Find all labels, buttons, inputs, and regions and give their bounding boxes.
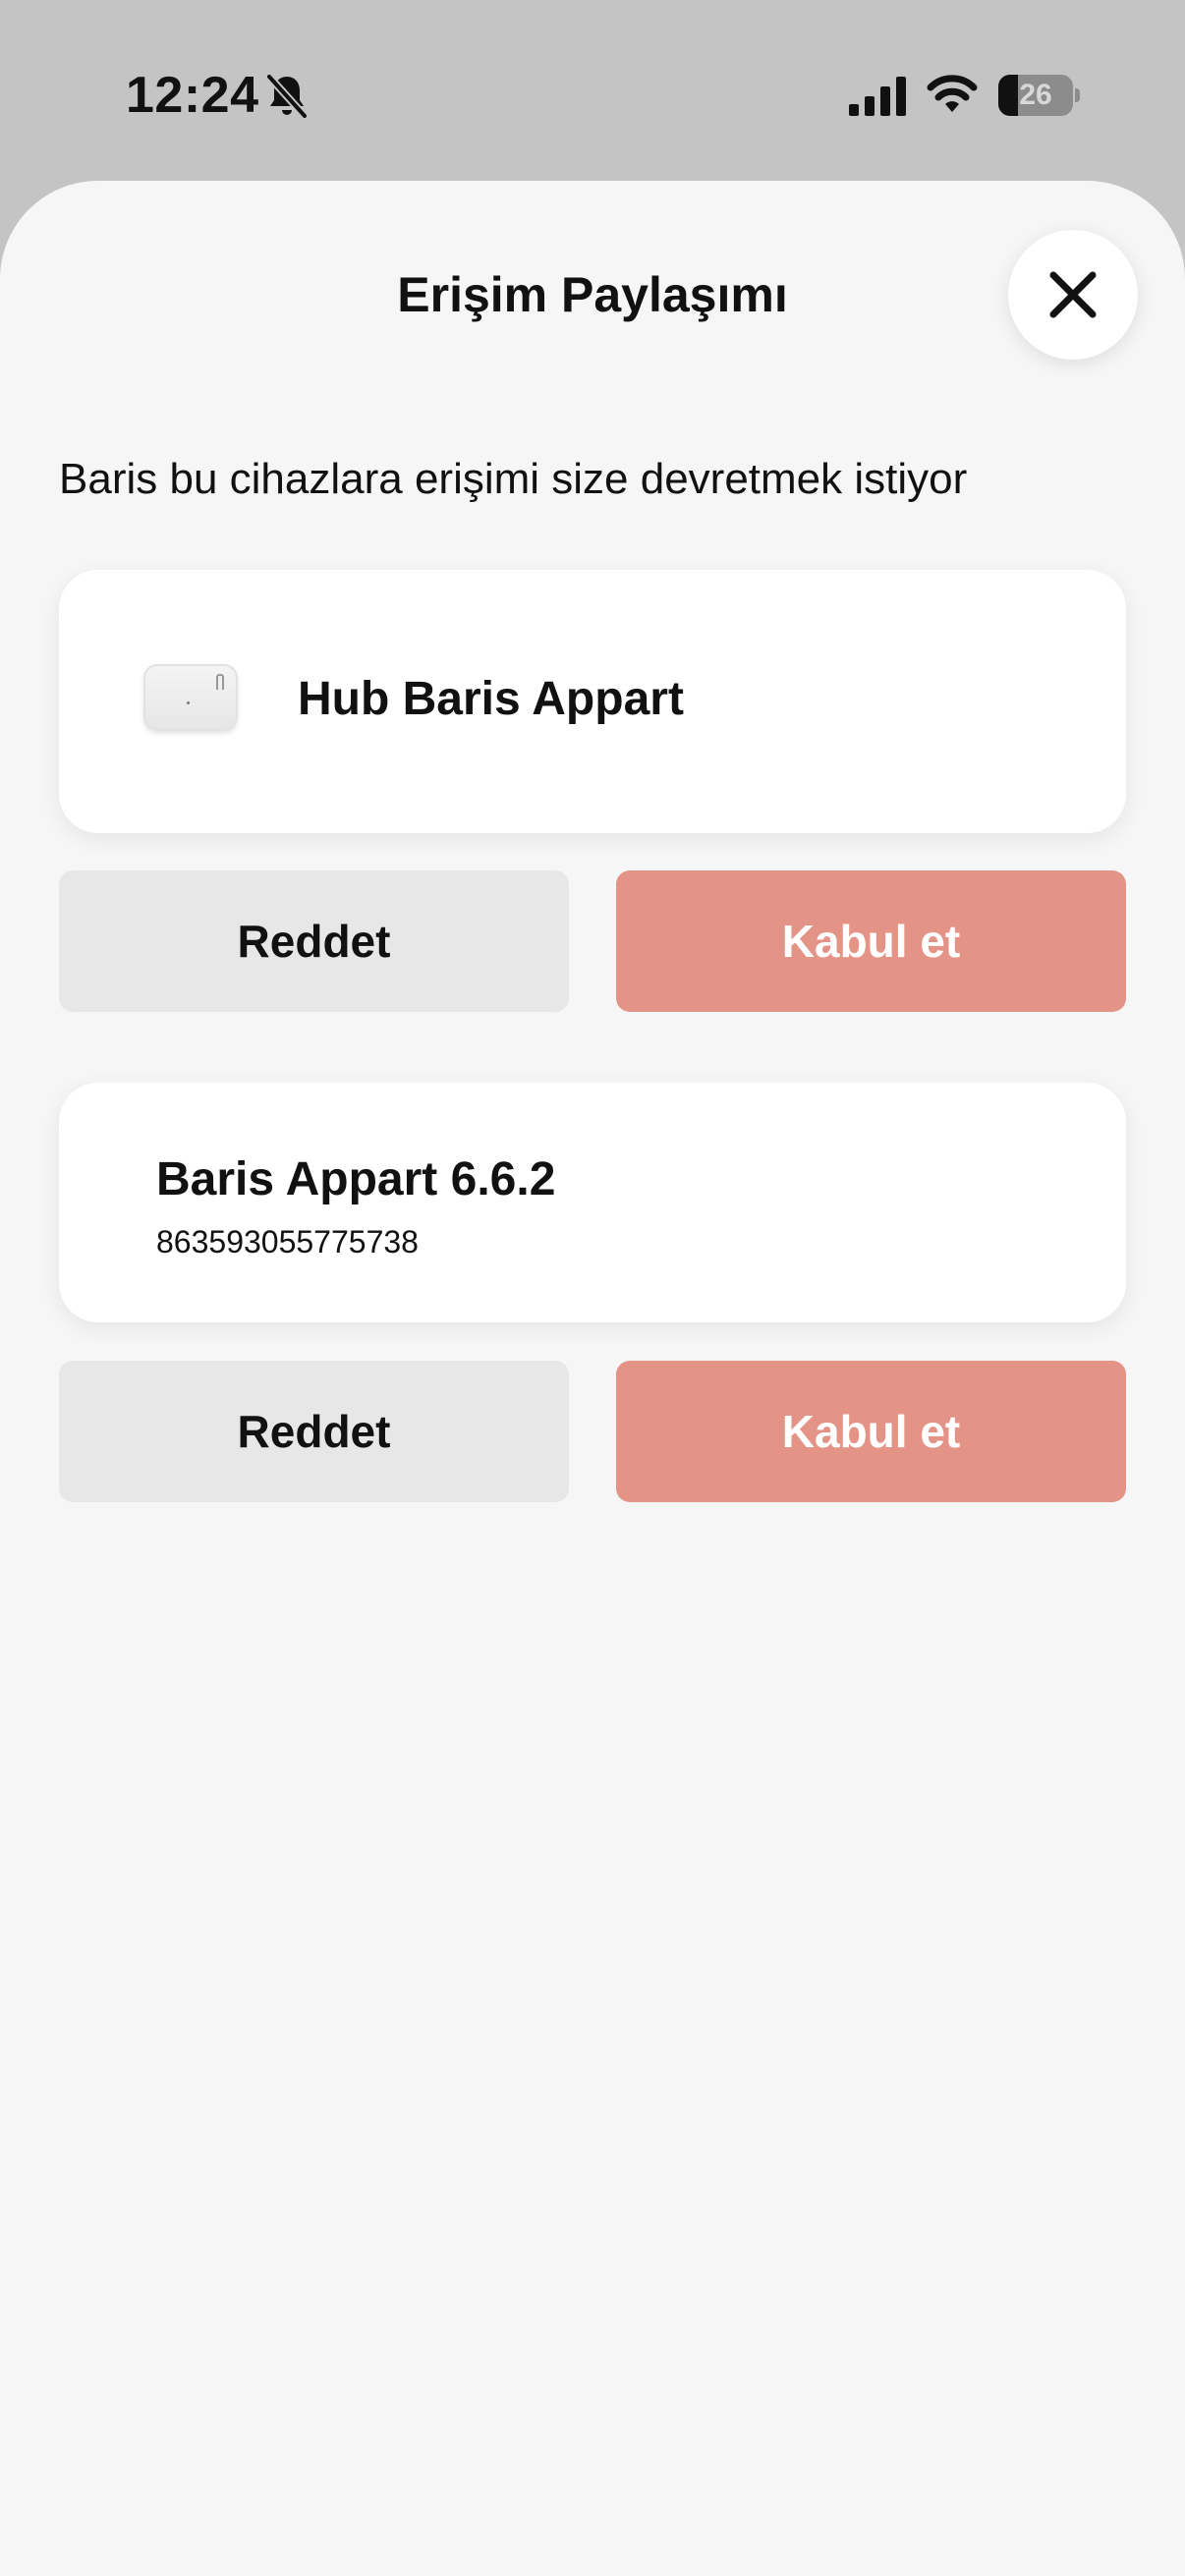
access-sharing-sheet: Erişim Paylaşımı Baris bu cihazlara eriş… bbox=[0, 181, 1185, 2576]
accept-button-hub[interactable]: Kabul et bbox=[616, 870, 1126, 1012]
bell-slash-icon bbox=[265, 73, 309, 120]
reject-button-hub[interactable]: Reddet bbox=[59, 870, 569, 1012]
hub-port bbox=[216, 674, 224, 690]
close-button[interactable] bbox=[1008, 230, 1138, 360]
device-card-appart: Baris Appart 6.6.2 863593055775738 bbox=[59, 1083, 1126, 1322]
battery-cap bbox=[1075, 88, 1080, 102]
reject-button-appart[interactable]: Reddet bbox=[59, 1361, 569, 1502]
status-time: 12:24 bbox=[126, 67, 259, 124]
accept-button-appart[interactable]: Kabul et bbox=[616, 1361, 1126, 1502]
wifi-icon bbox=[927, 75, 978, 112]
hub-device-image bbox=[143, 664, 238, 731]
sheet-subtitle: Baris bu cihazlara erişimi size devretme… bbox=[59, 455, 968, 503]
device-serial: 863593055775738 bbox=[156, 1224, 419, 1260]
status-bar: 12:24 26 bbox=[0, 0, 1185, 187]
battery-level: 26 bbox=[1019, 79, 1052, 111]
cellular-signal-icon bbox=[849, 77, 906, 116]
device-name: Hub Baris Appart bbox=[298, 673, 684, 725]
close-icon bbox=[1049, 271, 1097, 318]
device-card-hub: Hub Baris Appart bbox=[59, 570, 1126, 833]
hub-led bbox=[187, 701, 190, 704]
battery-icon: 26 bbox=[998, 75, 1080, 116]
device-name: Baris Appart 6.6.2 bbox=[156, 1153, 556, 1205]
battery-body: 26 bbox=[998, 75, 1073, 116]
